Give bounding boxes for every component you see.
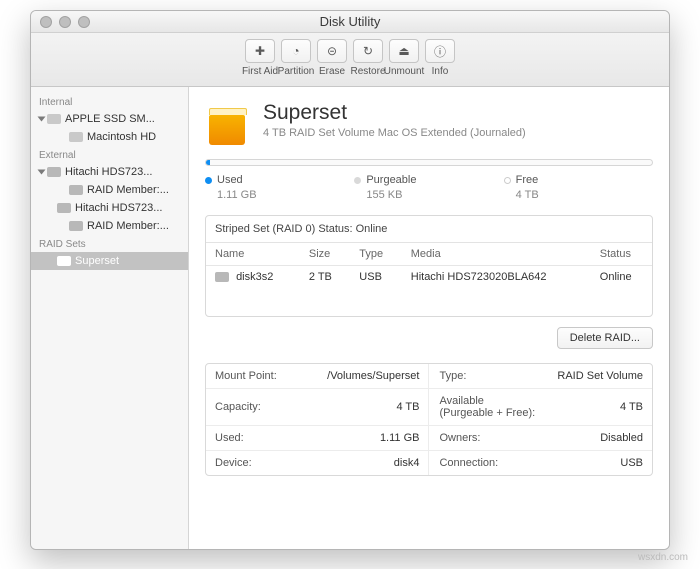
- unmount-icon: ⏏: [389, 39, 419, 63]
- watermark: wsxdn.com: [638, 552, 688, 563]
- detail-value: /Volumes/Superset: [304, 364, 429, 389]
- content-pane: Superset 4 TB RAID Set Volume Mac OS Ext…: [189, 87, 669, 549]
- legend-label-purgeable: Purgeable: [366, 174, 416, 186]
- drive-icon: [69, 221, 83, 231]
- window-title: Disk Utility: [31, 14, 669, 29]
- legend-label-used: Used: [217, 174, 243, 186]
- col-type[interactable]: Type: [350, 243, 401, 266]
- details-table: Mount Point: /Volumes/Superset Type: RAI…: [205, 363, 653, 476]
- volume-name: Superset: [263, 101, 526, 125]
- delete-raid-button[interactable]: Delete RAID...: [557, 327, 653, 349]
- sidebar-item-raid-member-1[interactable]: RAID Member:...: [31, 181, 188, 199]
- legend-value-purgeable: 155 KB: [366, 189, 503, 201]
- detail-value: 4 TB: [545, 389, 652, 426]
- legend-value-free: 4 TB: [516, 189, 653, 201]
- sidebar-item-superset[interactable]: Superset: [31, 252, 188, 270]
- minimize-icon[interactable]: [59, 16, 71, 28]
- detail-value: Disabled: [545, 426, 652, 451]
- disk-utility-window: Disk Utility ✚ First Aid ◔ Partition ⊝ E…: [30, 10, 670, 550]
- col-name[interactable]: Name: [206, 243, 300, 266]
- col-media[interactable]: Media: [402, 243, 591, 266]
- sidebar-item-macintosh-hd[interactable]: Macintosh HD: [31, 128, 188, 146]
- sidebar-item-raid-member-2[interactable]: RAID Member:...: [31, 217, 188, 235]
- restore-button[interactable]: ↻ Restore: [352, 39, 384, 86]
- toolbar-label: Info: [432, 66, 449, 77]
- titlebar[interactable]: Disk Utility: [31, 11, 669, 33]
- sidebar-item-hitachi-2[interactable]: Hitachi HDS723...: [31, 199, 188, 217]
- sidebar-group-internal: Internal: [31, 93, 188, 110]
- detail-key: Available (Purgeable + Free):: [429, 389, 545, 426]
- detail-key: Mount Point:: [206, 364, 304, 389]
- raid-panel: Striped Set (RAID 0) Status: Online Name…: [205, 215, 653, 317]
- sidebar-item-apple-ssd[interactable]: APPLE SSD SM...: [31, 110, 188, 128]
- close-icon[interactable]: [40, 16, 52, 28]
- legend-dot-purgeable: [354, 177, 361, 184]
- first-aid-icon: ✚: [245, 39, 275, 63]
- detail-value: disk4: [304, 451, 429, 476]
- restore-icon: ↻: [353, 39, 383, 63]
- toolbar-label: Restore: [351, 66, 386, 77]
- zoom-icon[interactable]: [78, 16, 90, 28]
- drive-icon: [57, 256, 71, 266]
- drive-icon: [47, 114, 61, 124]
- legend-value-used: 1.11 GB: [217, 189, 354, 201]
- detail-value: 1.11 GB: [304, 426, 429, 451]
- window-controls: [40, 16, 90, 28]
- drive-icon: [57, 203, 71, 213]
- toolbar: ✚ First Aid ◔ Partition ⊝ Erase ↻ Restor…: [31, 33, 669, 87]
- drive-icon: [69, 185, 83, 195]
- first-aid-button[interactable]: ✚ First Aid: [244, 39, 276, 86]
- toolbar-label: First Aid: [242, 66, 278, 77]
- usage-bar-used: [206, 160, 210, 165]
- raid-status-header: Striped Set (RAID 0) Status: Online: [206, 216, 652, 243]
- drive-icon: [47, 167, 61, 177]
- partition-icon: ◔: [281, 39, 311, 63]
- detail-key: Used:: [206, 426, 304, 451]
- sidebar-item-hitachi-1[interactable]: Hitachi HDS723...: [31, 163, 188, 181]
- legend-dot-used: [205, 177, 212, 184]
- info-button[interactable]: ⓘ Info: [424, 39, 456, 86]
- drive-icon: [215, 272, 229, 282]
- volume-icon: [205, 101, 249, 145]
- info-icon: ⓘ: [425, 39, 455, 63]
- legend-dot-free: [504, 177, 511, 184]
- sidebar-group-external: External: [31, 146, 188, 163]
- usage-legend: Used 1.11 GB Purgeable 155 KB Free 4 TB: [205, 174, 653, 201]
- sidebar-group-raid-sets: RAID Sets: [31, 235, 188, 252]
- legend-label-free: Free: [516, 174, 539, 186]
- detail-key: Owners:: [429, 426, 545, 451]
- detail-value: 4 TB: [304, 389, 429, 426]
- detail-key: Type:: [429, 364, 545, 389]
- col-status[interactable]: Status: [591, 243, 652, 266]
- table-row[interactable]: disk3s2 2 TB USB Hitachi HDS723020BLA642…: [206, 266, 652, 289]
- volume-subtitle: 4 TB RAID Set Volume Mac OS Extended (Jo…: [263, 127, 526, 139]
- toolbar-label: Unmount: [384, 66, 425, 77]
- unmount-button[interactable]: ⏏ Unmount: [388, 39, 420, 86]
- detail-value: RAID Set Volume: [545, 364, 652, 389]
- toolbar-label: Partition: [278, 66, 315, 77]
- usage-bar: [205, 159, 653, 166]
- partition-button[interactable]: ◔ Partition: [280, 39, 312, 86]
- col-size[interactable]: Size: [300, 243, 350, 266]
- detail-key: Device:: [206, 451, 304, 476]
- erase-icon: ⊝: [317, 39, 347, 63]
- erase-button[interactable]: ⊝ Erase: [316, 39, 348, 86]
- raid-table: Name Size Type Media Status disk3s2 2 TB…: [206, 243, 652, 316]
- detail-key: Connection:: [429, 451, 545, 476]
- toolbar-label: Erase: [319, 66, 345, 77]
- detail-key: Capacity:: [206, 389, 304, 426]
- sidebar: Internal APPLE SSD SM... Macintosh HD Ex…: [31, 87, 189, 549]
- drive-icon: [69, 132, 83, 142]
- detail-value: USB: [545, 451, 652, 476]
